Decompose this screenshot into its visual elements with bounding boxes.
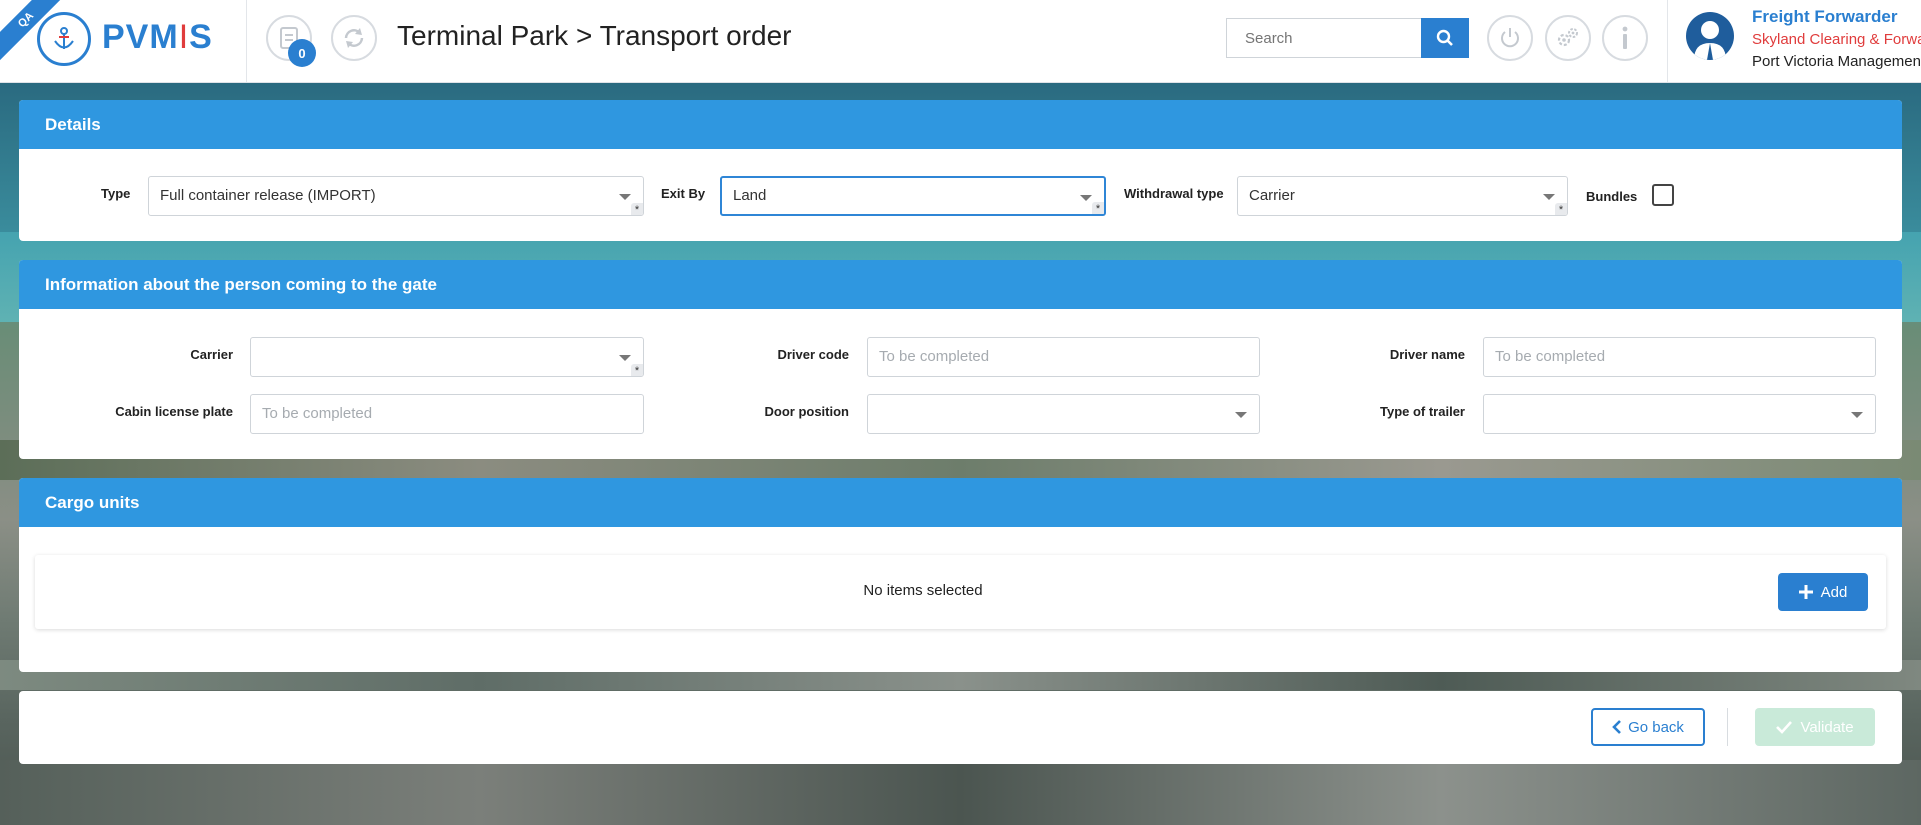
cabin-plate-input[interactable]: To be completed <box>250 394 644 434</box>
logout-button[interactable] <box>1487 15 1533 61</box>
carrier-select[interactable]: * <box>250 337 644 377</box>
top-header: QA PVMIS 0 Terminal Park > Transport ord… <box>0 0 1921 83</box>
details-panel: Details Type Full container release (IMP… <box>19 100 1902 241</box>
exit-by-label: Exit By <box>661 186 706 201</box>
type-select[interactable]: Full container release (IMPORT) * <box>148 176 644 216</box>
user-profile[interactable]: Freight Forwarder Skyland Clearing & For… <box>1667 0 1921 82</box>
chevron-left-icon <box>1612 720 1621 734</box>
bundles-checkbox[interactable] <box>1652 184 1674 206</box>
user-avatar-icon <box>1694 21 1726 60</box>
user-role: Freight Forwarder <box>1752 7 1898 26</box>
required-marker: * <box>631 203 643 215</box>
validate-button[interactable]: Validate <box>1755 708 1875 746</box>
driver-name-input[interactable]: To be completed <box>1483 337 1876 377</box>
actions-divider <box>1727 708 1728 746</box>
driver-code-input[interactable]: To be completed <box>867 337 1260 377</box>
user-company: Skyland Clearing & Forwarding <box>1752 31 1921 48</box>
chevron-down-icon <box>1543 194 1555 200</box>
go-back-button[interactable]: Go back <box>1591 708 1705 746</box>
chevron-down-icon <box>619 194 631 200</box>
chevron-down-icon <box>1235 412 1247 418</box>
add-cargo-button[interactable]: Add <box>1778 573 1868 611</box>
gate-person-panel: Information about the person coming to t… <box>19 260 1902 459</box>
required-marker: * <box>1092 202 1104 214</box>
actions-panel: Go back Validate <box>19 691 1902 764</box>
avatar <box>1686 12 1734 60</box>
user-organization: Port Victoria Management <box>1752 53 1921 70</box>
logo-text: PVMIS <box>102 18 213 56</box>
power-icon <box>1501 28 1519 48</box>
exit-by-select[interactable]: Land * <box>720 176 1106 216</box>
withdrawal-type-select[interactable]: Carrier * <box>1237 176 1568 216</box>
chevron-down-icon <box>1080 195 1092 201</box>
info-icon <box>1622 26 1628 49</box>
chevron-down-icon <box>1851 412 1863 418</box>
add-button-label: Add <box>1820 583 1848 601</box>
driver-code-label: Driver code <box>777 347 849 362</box>
required-marker: * <box>631 364 643 376</box>
notification-badge: 0 <box>288 39 316 67</box>
details-header: Details <box>19 100 1902 149</box>
carrier-label: Carrier <box>190 347 233 362</box>
search-input[interactable] <box>1226 18 1422 58</box>
exit-by-value: Land <box>733 187 767 204</box>
withdrawal-type-label: Withdrawal type <box>1124 186 1224 201</box>
search-icon <box>1436 29 1453 46</box>
search-button[interactable] <box>1421 18 1469 58</box>
plus-icon <box>1798 585 1813 599</box>
trailer-type-select[interactable] <box>1483 394 1876 434</box>
page-title: Terminal Park > Transport order <box>397 20 792 51</box>
settings-button[interactable] <box>1545 15 1591 61</box>
required-marker: * <box>1555 203 1567 215</box>
bundles-label: Bundles <box>1586 189 1638 204</box>
go-back-label: Go back <box>1628 718 1684 736</box>
check-icon <box>1776 721 1793 734</box>
driver-name-label: Driver name <box>1389 347 1465 362</box>
door-position-label: Door position <box>764 404 850 419</box>
chevron-down-icon <box>619 355 631 361</box>
info-button[interactable] <box>1602 15 1648 61</box>
logo-area[interactable]: QA PVMIS <box>0 0 247 82</box>
empty-state-text: No items selected <box>863 582 983 599</box>
cargo-units-panel: Cargo units No items selected Add <box>19 478 1902 672</box>
trailer-type-label: Type of trailer <box>1379 404 1465 419</box>
door-position-select[interactable] <box>867 394 1260 434</box>
refresh-icon <box>344 28 364 48</box>
cargo-units-list: No items selected Add <box>35 555 1886 629</box>
cabin-plate-label: Cabin license plate <box>115 404 233 419</box>
logo-emblem-icon <box>37 12 91 66</box>
type-label: Type <box>101 186 131 201</box>
cargo-units-header: Cargo units <box>19 478 1902 527</box>
gears-icon <box>1557 28 1578 47</box>
validate-label: Validate <box>1800 718 1854 736</box>
gate-person-header: Information about the person coming to t… <box>19 260 1902 309</box>
withdrawal-type-value: Carrier <box>1249 187 1295 204</box>
refresh-button[interactable] <box>331 15 377 61</box>
type-value: Full container release (IMPORT) <box>160 187 376 204</box>
documents-button[interactable]: 0 <box>266 15 316 67</box>
